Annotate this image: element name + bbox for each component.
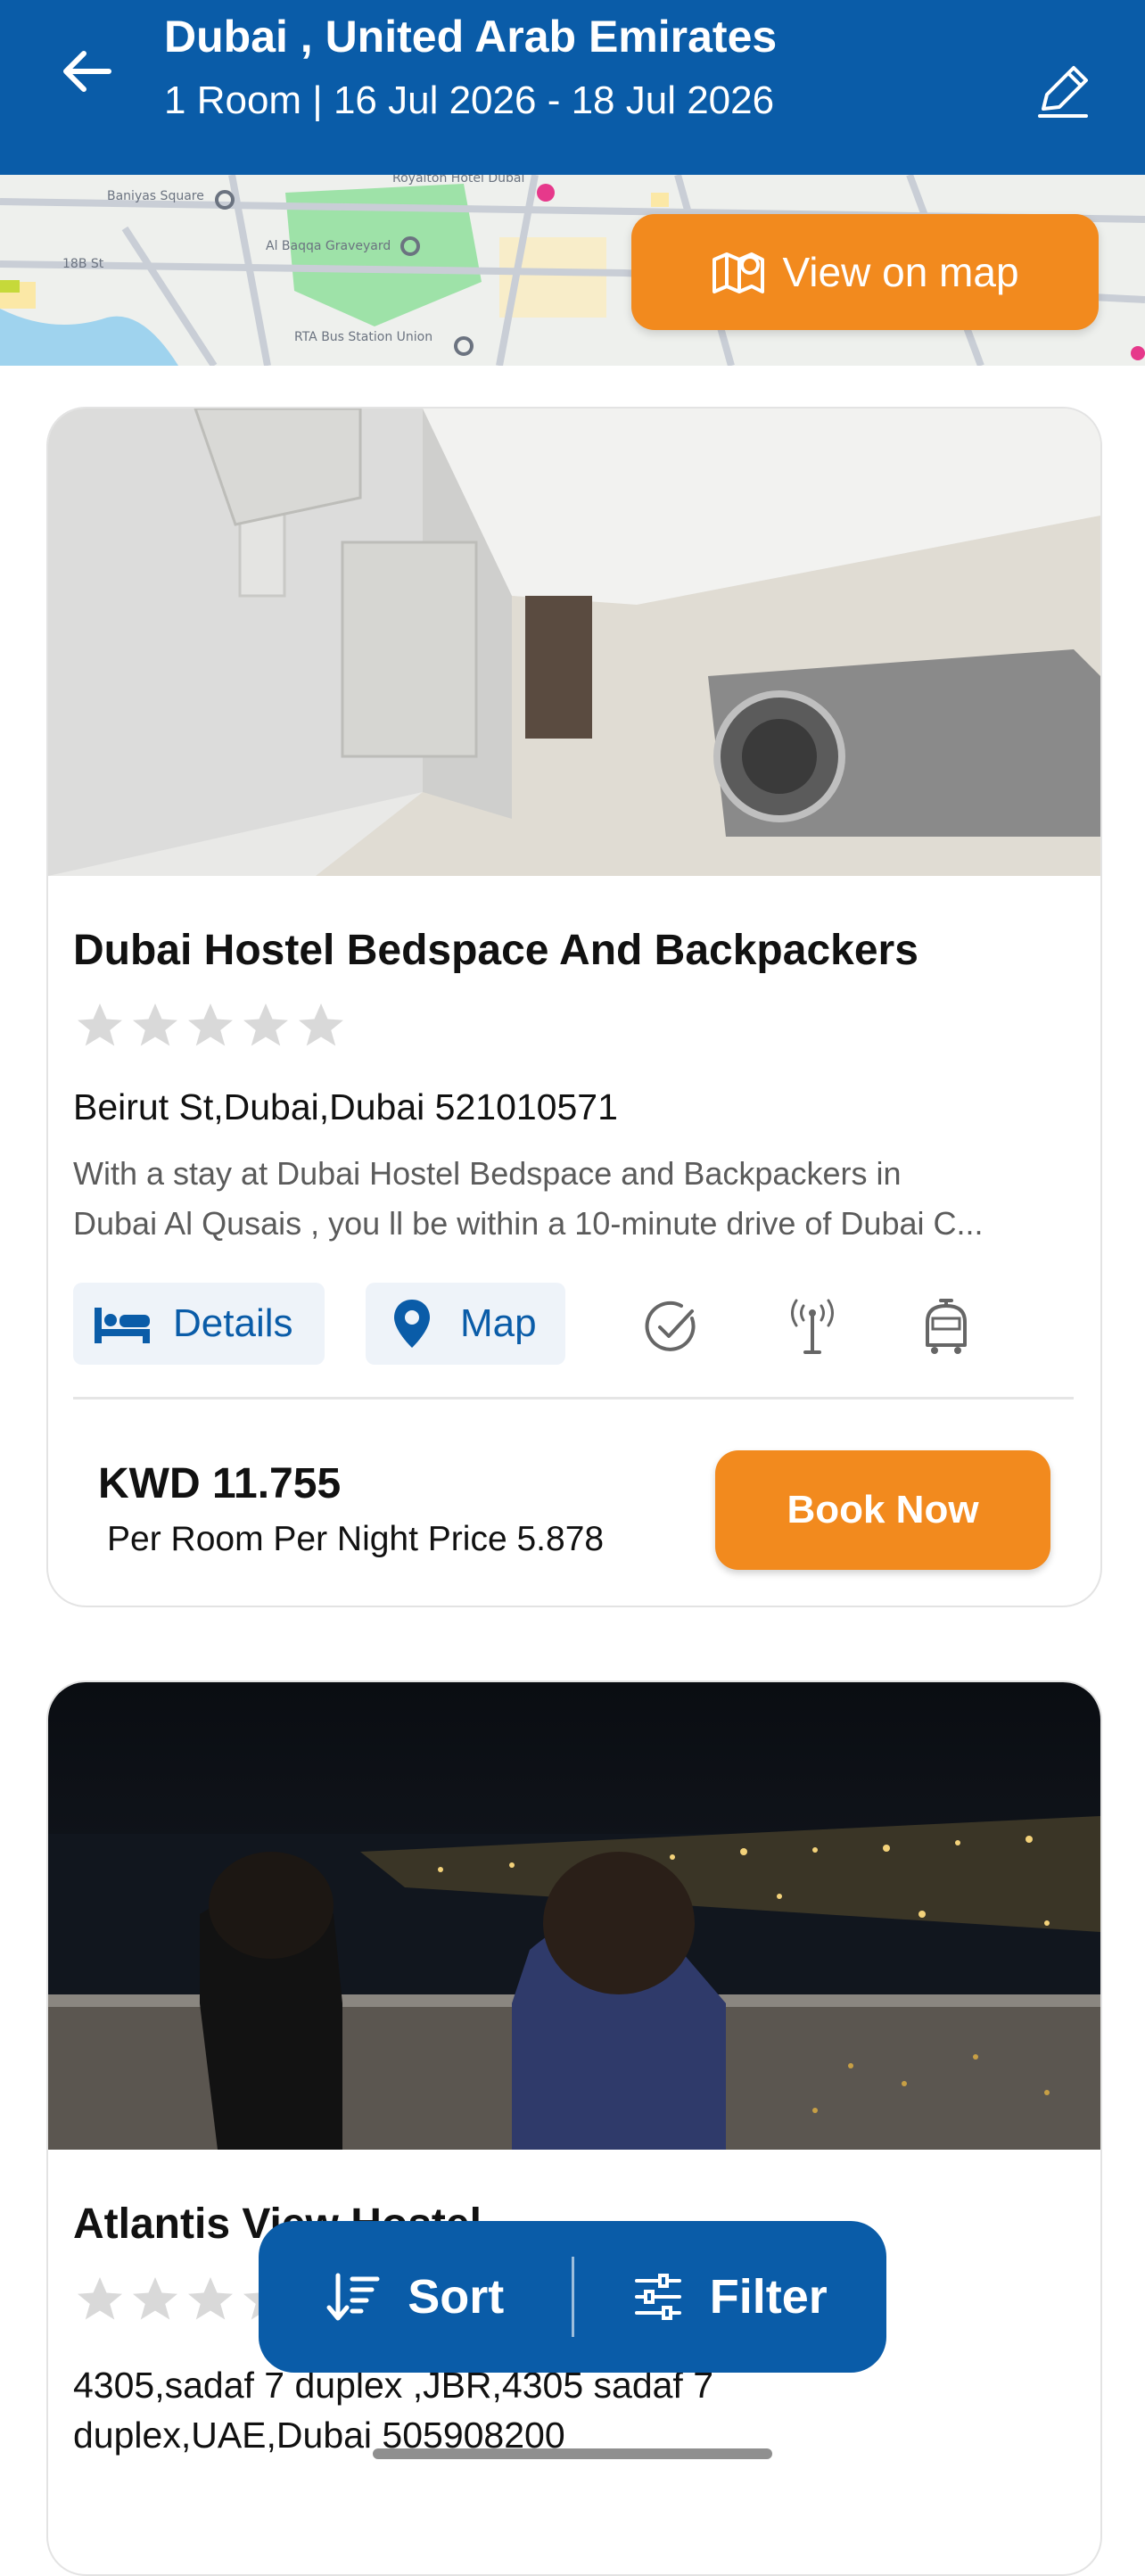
- sort-label: Sort: [408, 2270, 505, 2324]
- svg-text:Royalton Hotel Dubai: Royalton Hotel Dubai: [392, 175, 524, 186]
- top-header: Dubai , United Arab Emirates 1 Room | 16…: [0, 0, 1145, 175]
- details-button[interactable]: Details: [73, 1283, 325, 1365]
- hotel-description: With a stay at Dubai Hostel Bedspace and…: [73, 1149, 1072, 1249]
- view-on-map-button[interactable]: View on map: [631, 214, 1099, 330]
- star-icon: [78, 2277, 122, 2320]
- shuttle-icon: [915, 1295, 977, 1358]
- hotel-price: KWD 11.755: [98, 1460, 342, 1507]
- description-line: With a stay at Dubai Hostel Bedspace and…: [73, 1155, 902, 1192]
- svg-text:Al Baqqa Graveyard: Al Baqqa Graveyard: [266, 239, 391, 253]
- hotel-address: 4305,sadaf 7 duplex ,JBR,4305 sadaf 7 du…: [73, 2360, 713, 2460]
- filter-label: Filter: [709, 2270, 828, 2324]
- svg-text:Baniyas Square: Baniyas Square: [107, 189, 204, 203]
- hotel-card[interactable]: Dubai Hostel Bedspace And Backpackers Be…: [46, 407, 1102, 1607]
- home-indicator: [373, 2448, 772, 2459]
- details-label: Details: [173, 1301, 293, 1345]
- filter-sliders-icon: [634, 2274, 681, 2320]
- sort-button[interactable]: Sort: [259, 2221, 572, 2373]
- edit-pencil-icon[interactable]: [1031, 57, 1095, 121]
- check-icon: [640, 1295, 703, 1358]
- hotel-address: Beirut St,Dubai,Dubai 521010571: [73, 1086, 618, 1127]
- star-icon: [243, 1003, 288, 1046]
- filter-button[interactable]: Filter: [574, 2221, 887, 2373]
- bed-icon: [95, 1308, 150, 1343]
- star-icon: [188, 1003, 233, 1046]
- map-button[interactable]: Map: [366, 1283, 565, 1365]
- sort-filter-bar: Sort Filter: [259, 2221, 886, 2373]
- star-icon: [78, 1003, 122, 1046]
- location-pin-icon: [394, 1300, 430, 1348]
- book-now-button[interactable]: Book Now: [715, 1450, 1050, 1570]
- star-icon: [133, 2277, 177, 2320]
- hotel-card[interactable]: Atlantis View Hostel 4305,sadaf 7 duplex…: [46, 1680, 1102, 2576]
- card-divider: [73, 1397, 1074, 1399]
- per-night-price: Per Room Per Night Price 5.878: [107, 1520, 605, 1558]
- view-on-map-label: View on map: [782, 249, 1019, 295]
- description-line: Dubai Al Qusais , you ll be within a 10-…: [73, 1205, 984, 1242]
- hotel-photo[interactable]: [48, 1682, 1100, 2150]
- wifi-antenna-icon: [781, 1295, 844, 1358]
- star-rating: [73, 999, 348, 1053]
- map-fold-icon: [713, 252, 765, 293]
- star-icon: [299, 1003, 343, 1046]
- svg-text:18B St: 18B St: [62, 257, 104, 271]
- hotel-photo[interactable]: [48, 409, 1100, 876]
- star-icon: [133, 1003, 177, 1046]
- svg-text:RTA Bus Station Union: RTA Bus Station Union: [294, 330, 432, 344]
- sort-icon: [326, 2273, 380, 2321]
- search-destination-title: Dubai , United Arab Emirates: [164, 12, 778, 62]
- star-icon: [188, 2277, 233, 2320]
- search-dates-subtitle: 1 Room | 16 Jul 2026 - 18 Jul 2026: [164, 78, 775, 122]
- map-label: Map: [460, 1301, 537, 1345]
- back-arrow-icon[interactable]: [55, 39, 119, 103]
- hotel-name[interactable]: Dubai Hostel Bedspace And Backpackers: [73, 926, 918, 975]
